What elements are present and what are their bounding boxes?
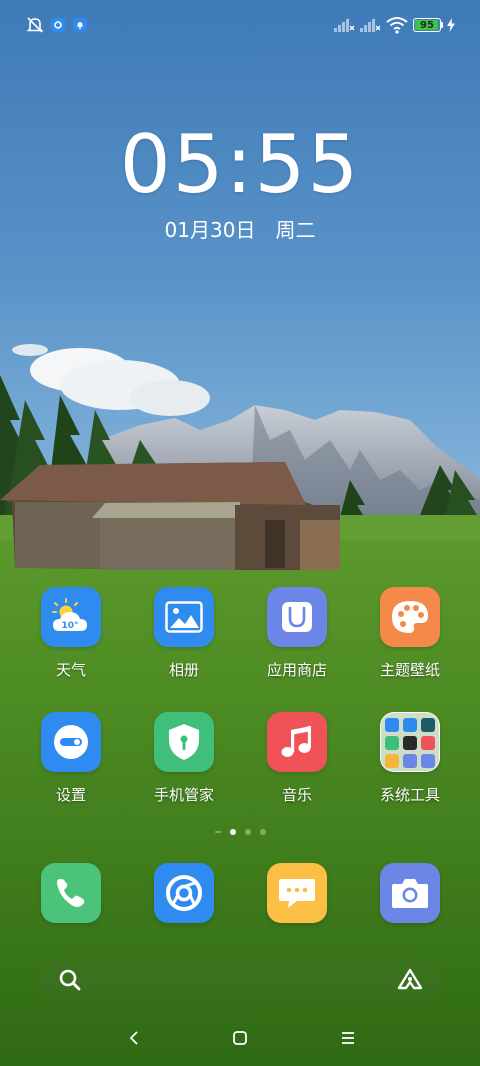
battery-icon: 95 [413,18,441,32]
folder-mini-app-icon [421,736,435,750]
clock-hours: 05 [119,118,226,211]
folder-mini-app-icon [385,718,399,732]
navigation-bar [0,1018,480,1058]
lock-clock[interactable]: 05:55 [0,118,480,211]
menu-icon[interactable] [333,1026,363,1050]
page-dot[interactable] [214,831,221,833]
browser-icon [154,863,214,923]
dock-phone[interactable] [16,863,126,923]
app-notification-icon [51,16,65,34]
wifi-icon [386,16,408,34]
app-store[interactable]: 应用商店 [242,587,352,680]
folder-mini-app-icon [385,754,399,768]
date-line: 01月30日 周二 [0,214,480,243]
battery-tip [441,22,443,28]
camera-icon [380,863,440,923]
mute-notification-icon [26,16,44,34]
app-label: 设置 [55,786,86,804]
back-icon[interactable] [119,1026,149,1050]
search-icon[interactable] [58,968,82,996]
folder-mini-app-icon [403,736,417,750]
app-label: 应用商店 [266,661,327,679]
page-dot[interactable] [244,829,251,835]
app-gallery[interactable]: 相册 [129,587,239,680]
charging-bolt-icon [446,16,456,34]
app-label: 手机管家 [153,786,214,804]
folder-system-tools[interactable]: 系统工具 [355,712,465,805]
page-indicator[interactable] [0,827,480,837]
status-bar: 95 [0,0,480,50]
page-dot[interactable] [259,829,266,835]
gallery-icon [154,587,214,647]
cell-signal-icon [333,16,355,34]
app-themes[interactable]: 主题壁纸 [355,587,465,680]
app-label: 相册 [168,661,199,679]
date-weekday: 周二 [275,218,316,242]
weather-temp: 10° [61,621,78,631]
battery-percent: 95 [420,19,434,31]
app-label: 系统工具 [379,786,440,804]
page-dot-active[interactable] [229,829,236,835]
dock-browser[interactable] [129,863,239,923]
folder-mini-app-icon [421,718,435,732]
settings-toggle-icon [41,712,101,772]
app-weather[interactable]: 10° 天气 [16,587,126,680]
app-settings[interactable]: 设置 [16,712,126,805]
app-label: 天气 [55,661,86,679]
folder-mini-app-icon [403,718,417,732]
weather-icon: 10° [41,587,101,647]
dock-messages[interactable] [242,863,352,923]
folder-mini-app-icon [385,736,399,750]
phone-icon [41,863,101,923]
messages-icon [267,863,327,923]
app-music[interactable]: 音乐 [242,712,352,805]
app-label: 音乐 [281,786,312,804]
folder-icon [380,712,440,772]
music-note-icon [267,712,327,772]
bell-notification-icon [73,16,87,34]
app-label: 主题壁纸 [379,661,440,679]
home-icon[interactable] [225,1026,255,1050]
assistant-icon[interactable] [396,967,424,995]
clock-separator: : [225,118,255,211]
cell-signal-icon [359,16,381,34]
security-shield-icon [154,712,214,772]
clock-minutes: 55 [254,118,361,211]
app-phone-manager[interactable]: 手机管家 [129,712,239,805]
app-store-icon [267,587,327,647]
theme-palette-icon [380,587,440,647]
search-bar[interactable] [40,955,440,1003]
date-day: 01月30日 [164,218,256,242]
dock-camera[interactable] [355,863,465,923]
folder-mini-app-icon [403,754,417,768]
folder-mini-app-icon [421,754,435,768]
